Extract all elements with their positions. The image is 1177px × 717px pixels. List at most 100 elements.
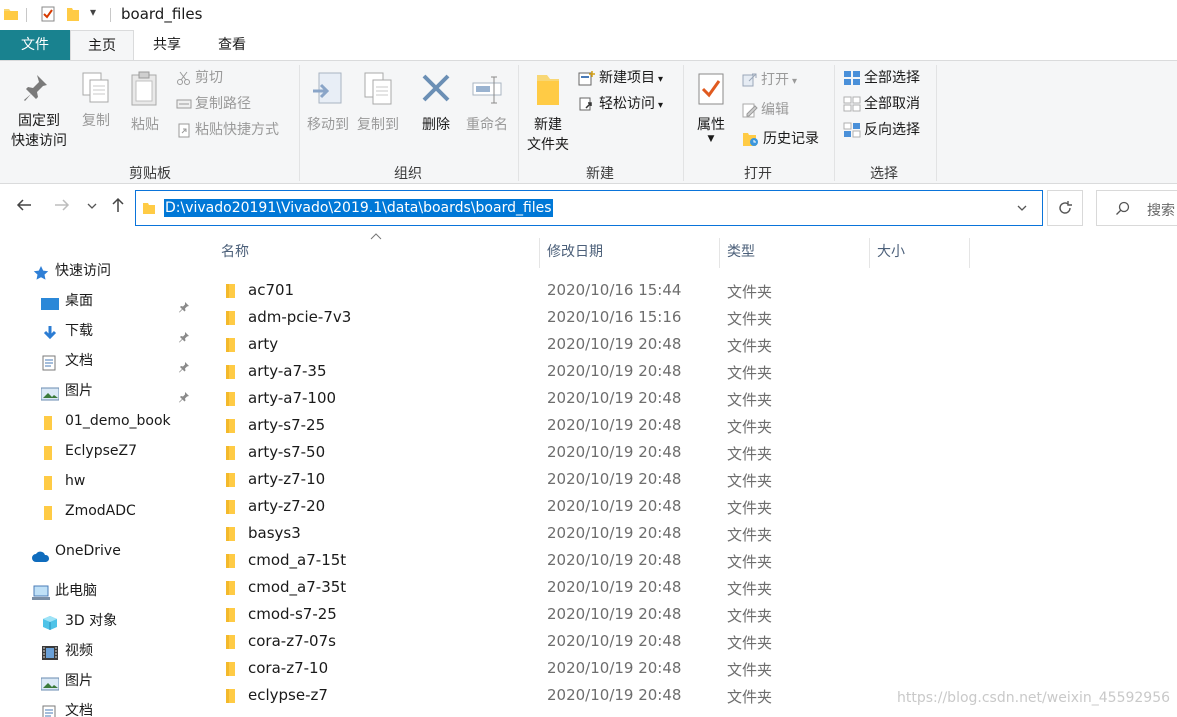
nav-item-pictures[interactable]: 图片: [0, 377, 198, 405]
nav-quick-access[interactable]: 快速访问: [0, 257, 198, 285]
table-row[interactable]: cmod_a7-15t 2020/10/19 20:48 文件夹: [200, 547, 1177, 574]
recent-locations-chevron-icon[interactable]: [81, 196, 103, 220]
file-name: cora-z7-10: [248, 659, 329, 677]
new-item-icon: [578, 71, 595, 86]
column-header-name[interactable]: 名称: [221, 242, 521, 266]
column-separator[interactable]: [719, 238, 720, 268]
address-path[interactable]: D:\vivado20191\Vivado\2019.1\data\boards…: [164, 199, 553, 217]
file-type: 文件夹: [727, 688, 773, 706]
copy-button[interactable]: 复制: [76, 71, 116, 131]
table-row[interactable]: arty-a7-35 2020/10/19 20:48 文件夹: [200, 358, 1177, 385]
folder-icon: [224, 472, 238, 492]
file-name: arty-z7-10: [248, 470, 326, 488]
column-separator[interactable]: [539, 238, 540, 268]
refresh-button[interactable]: [1047, 190, 1083, 226]
table-row[interactable]: cora-z7-10 2020/10/19 20:48 文件夹: [200, 655, 1177, 682]
nav-item-downloads[interactable]: 下载: [0, 317, 198, 345]
nav-this-pc[interactable]: 此电脑: [0, 577, 198, 605]
title-bar: ▾ board_files: [0, 0, 1177, 30]
nav-item-3d-objects[interactable]: 3D 对象: [0, 607, 198, 635]
invert-selection-button[interactable]: 反向选择: [843, 119, 920, 141]
tab-share[interactable]: 共享: [135, 30, 199, 60]
history-button[interactable]: 历史记录: [742, 128, 819, 150]
table-row[interactable]: adm-pcie-7v3 2020/10/16 15:16 文件夹: [200, 304, 1177, 331]
nav-item-folder[interactable]: hw: [0, 467, 198, 495]
table-row[interactable]: arty-s7-50 2020/10/19 20:48 文件夹: [200, 439, 1177, 466]
paste-shortcut-button[interactable]: 粘贴快捷方式: [176, 119, 279, 141]
file-name: basys3: [248, 524, 301, 542]
up-arrow-icon[interactable]: [106, 196, 130, 220]
navigation-bar: D:\vivado20191\Vivado\2019.1\data\boards…: [0, 184, 1177, 234]
file-type: 文件夹: [727, 364, 773, 382]
table-row[interactable]: arty 2020/10/19 20:48 文件夹: [200, 331, 1177, 358]
chevron-down-icon[interactable]: ▾: [90, 5, 96, 19]
file-type: 文件夹: [727, 634, 773, 652]
new-group-label: 新建: [586, 166, 614, 182]
nav-label: 视频: [65, 643, 93, 659]
back-arrow-icon[interactable]: [12, 196, 36, 220]
table-row[interactable]: cora-z7-07s 2020/10/19 20:48 文件夹: [200, 628, 1177, 655]
nav-item-pictures[interactable]: 图片: [0, 667, 198, 695]
column-header-date[interactable]: 修改日期: [547, 242, 707, 266]
rename-button[interactable]: 重命名: [462, 71, 512, 135]
paste-button[interactable]: 粘贴: [125, 71, 165, 135]
copy-to-button[interactable]: 复制到: [354, 71, 402, 135]
file-name: eclypse-z7: [248, 686, 328, 704]
refresh-icon: [1057, 200, 1073, 220]
table-row[interactable]: cmod_a7-35t 2020/10/19 20:48 文件夹: [200, 574, 1177, 601]
group-separator: [936, 65, 937, 181]
folder-icon: [224, 607, 238, 627]
column-separator[interactable]: [969, 238, 970, 268]
copy-path-label: 复制路径: [195, 96, 251, 112]
nav-item-videos[interactable]: 视频: [0, 637, 198, 665]
copy-path-button[interactable]: 复制路径: [176, 93, 251, 115]
tab-file[interactable]: 文件: [0, 30, 70, 60]
file-name: cmod-s7-25: [248, 605, 337, 623]
new-folder-button[interactable]: 新建 文件夹: [522, 71, 574, 155]
address-bar[interactable]: D:\vivado20191\Vivado\2019.1\data\boards…: [135, 190, 1043, 226]
pin-to-quick-access-button[interactable]: 固定到 快速访问: [6, 71, 72, 151]
cut-label: 剪切: [195, 70, 223, 86]
select-all-button[interactable]: 全部选择: [843, 67, 920, 89]
edit-button[interactable]: 编辑: [742, 99, 789, 121]
easy-access-button[interactable]: 轻松访问 ▾: [578, 93, 663, 115]
table-row[interactable]: arty-z7-10 2020/10/19 20:48 文件夹: [200, 466, 1177, 493]
properties-button[interactable]: 属性 ▼: [688, 71, 734, 144]
nav-item-desktop[interactable]: 桌面: [0, 287, 198, 315]
invert-selection-icon: [843, 122, 861, 138]
nav-label: 下载: [65, 323, 93, 339]
nav-item-folder[interactable]: 01_demo_book: [0, 407, 198, 435]
search-input[interactable]: 搜索: [1096, 190, 1177, 226]
column-header-type[interactable]: 类型: [727, 242, 847, 266]
nav-item-documents[interactable]: 文档: [0, 347, 198, 375]
nav-item-documents[interactable]: 文档: [0, 697, 198, 717]
column-header-size[interactable]: 大小: [877, 242, 957, 266]
address-dropdown-chevron-icon[interactable]: [1016, 202, 1028, 218]
nav-item-folder[interactable]: ZmodADC: [0, 497, 198, 525]
forward-arrow-icon[interactable]: [50, 196, 74, 220]
file-type: 文件夹: [727, 445, 773, 463]
table-row[interactable]: ac701 2020/10/16 15:44 文件夹: [200, 277, 1177, 304]
modified-date: 2020/10/19 20:48: [547, 362, 682, 380]
ribbon-tabs: 文件 主页 共享 查看: [0, 30, 1177, 60]
open-button[interactable]: 打开 ▾: [742, 69, 797, 91]
cut-button[interactable]: 剪切: [176, 67, 223, 89]
nav-onedrive[interactable]: OneDrive: [0, 537, 198, 565]
table-row[interactable]: cmod-s7-25 2020/10/19 20:48 文件夹: [200, 601, 1177, 628]
table-row[interactable]: arty-s7-25 2020/10/19 20:48 文件夹: [200, 412, 1177, 439]
new-folder-icon[interactable]: [66, 6, 80, 26]
properties-icon[interactable]: [40, 6, 56, 26]
delete-button[interactable]: 删除: [416, 71, 456, 135]
table-row[interactable]: arty-z7-20 2020/10/19 20:48 文件夹: [200, 493, 1177, 520]
table-row[interactable]: basys3 2020/10/19 20:48 文件夹: [200, 520, 1177, 547]
column-separator[interactable]: [869, 238, 870, 268]
nav-item-folder[interactable]: EclypseZ7: [0, 437, 198, 465]
tab-home[interactable]: 主页: [70, 30, 134, 60]
invert-selection-label: 反向选择: [864, 122, 920, 138]
tab-view[interactable]: 查看: [200, 30, 264, 60]
new-item-button[interactable]: 新建项目 ▾: [578, 67, 663, 89]
move-to-button[interactable]: 移动到: [304, 71, 352, 135]
table-row[interactable]: arty-a7-100 2020/10/19 20:48 文件夹: [200, 385, 1177, 412]
delete-label: 删除: [422, 117, 450, 133]
select-none-button[interactable]: 全部取消: [843, 93, 920, 115]
